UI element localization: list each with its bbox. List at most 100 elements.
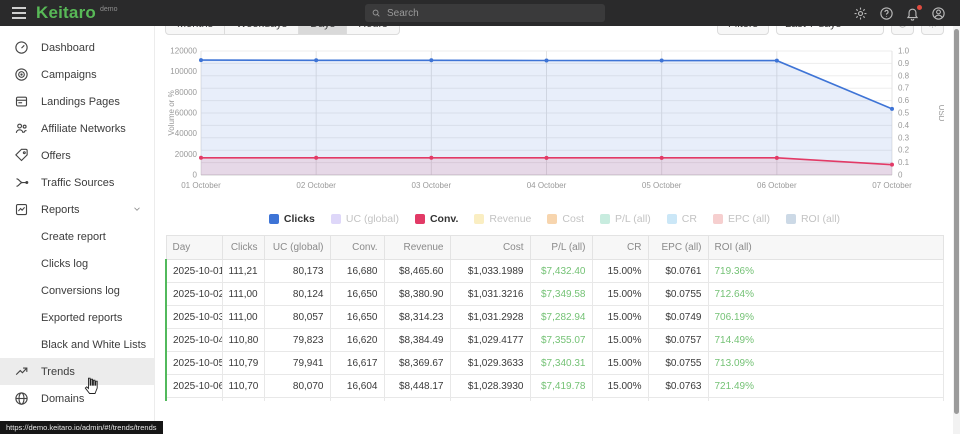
menu-icon[interactable] [4, 0, 34, 26]
sidebar-item-black-and-white-lists[interactable]: Black and White Lists [0, 331, 154, 358]
svg-text:0.2: 0.2 [898, 146, 910, 155]
legend-label: Conv. [430, 213, 458, 225]
sidebar-item-exported-reports[interactable]: Exported reports [0, 304, 154, 331]
cell-day: 2025-10-04 [166, 329, 222, 352]
cell-cost: $1,033.1989 [450, 260, 530, 283]
legend-swatch [547, 214, 557, 224]
cell-revenue: $8,410.44 [384, 398, 450, 402]
sidebar-item-clicks-log[interactable]: Clicks log [0, 250, 154, 277]
column-header-day[interactable]: Day [166, 236, 222, 260]
gear-icon[interactable] [853, 6, 868, 21]
svg-text:0.1: 0.1 [898, 158, 910, 167]
sidebar-item-traffic-sources[interactable]: Traffic Sources [0, 169, 154, 196]
cell-conv: 16,620 [330, 329, 384, 352]
column-header-cost[interactable]: Cost [450, 236, 530, 260]
sidebar-item-domains[interactable]: Domains [0, 385, 154, 412]
sidebar-item-create-report[interactable]: Create report [0, 223, 154, 250]
legend-item-epc-all[interactable]: EPC (all) [713, 213, 770, 225]
cell-roi-all: 721.49% [708, 375, 944, 398]
legend-item-clicks[interactable]: Clicks [269, 213, 315, 225]
column-header-p-l-all[interactable]: P/L (all) [530, 236, 592, 260]
cell-uc-global: 80,057 [264, 306, 330, 329]
legend-item-revenue[interactable]: Revenue [474, 213, 531, 225]
sidebar-item-label: Create report [41, 231, 106, 243]
cell-conv: 16,604 [330, 375, 384, 398]
scrollbar-thumb[interactable] [954, 29, 959, 414]
legend-swatch [713, 214, 723, 224]
cell-cost: $1,029.3633 [450, 352, 530, 375]
cell-cr: 15.00% [592, 283, 648, 306]
sidebar-item-campaigns[interactable]: Campaigns [0, 61, 154, 88]
svg-text:0.3: 0.3 [898, 133, 910, 142]
table-row[interactable]: 2025-10-01111,2180,17316,680$8,465.60$1,… [166, 260, 944, 283]
chevron-down-icon[interactable] [132, 204, 142, 214]
cell-day: 2025-10-01 [166, 260, 222, 283]
table-row[interactable]: 2025-10-05110,7979,94116,617$8,369.67$1,… [166, 352, 944, 375]
cell-cr: 15.00% [592, 306, 648, 329]
table-row[interactable]: 2025-10-04110,8079,82316,620$8,384.49$1,… [166, 329, 944, 352]
legend-item-cr[interactable]: CR [667, 213, 697, 225]
legend-swatch [600, 214, 610, 224]
sidebar-item-dashboard[interactable]: Dashboard [0, 34, 154, 61]
legend-swatch [269, 214, 279, 224]
cell-day: 2025-10-07 [166, 398, 222, 402]
legend-item-conv[interactable]: Conv. [415, 213, 458, 225]
cell-uc-global: 80,173 [264, 260, 330, 283]
column-header-uc-global[interactable]: UC (global) [264, 236, 330, 260]
sidebar-item-label: Clicks log [41, 258, 88, 270]
page-scrollbar[interactable] [953, 26, 960, 434]
table-row[interactable]: 2025-10-06110,7080,07016,604$8,448.17$1,… [166, 375, 944, 398]
cell-epc-all: $0.0763 [648, 375, 708, 398]
avatar-icon[interactable] [931, 6, 946, 21]
sidebar-item-reports[interactable]: Reports [0, 196, 154, 223]
svg-text:0.8: 0.8 [898, 71, 910, 80]
globe-icon [14, 391, 29, 406]
legend-item-uc-global[interactable]: UC (global) [331, 213, 399, 225]
trends-chart[interactable]: 00.10.20.30.40.50.60.70.80.91.0020000400… [165, 41, 944, 203]
column-header-cr[interactable]: CR [592, 236, 648, 260]
column-header-epc-all[interactable]: EPC (all) [648, 236, 708, 260]
cell-clicks: 111,21 [222, 260, 264, 283]
cell-epc-all: $0.0755 [648, 283, 708, 306]
column-header-conv[interactable]: Conv. [330, 236, 384, 260]
sidebar-item-label: Landings Pages [41, 96, 120, 108]
cell-uc-global: 80,070 [264, 375, 330, 398]
cell-clicks: 111,00 [222, 283, 264, 306]
search-box[interactable] [365, 4, 605, 22]
legend-item-p-l-all[interactable]: P/L (all) [600, 213, 651, 225]
cell-cost: $1,029.4177 [450, 329, 530, 352]
cell-clicks: 110,80 [222, 329, 264, 352]
sidebar-item-label: Exported reports [41, 312, 122, 324]
sidebar-item-landings-pages[interactable]: Landings Pages [0, 88, 154, 115]
sidebar-item-conversions-log[interactable]: Conversions log [0, 277, 154, 304]
svg-text:0.5: 0.5 [898, 109, 910, 118]
svg-text:05 October: 05 October [642, 181, 682, 190]
cell-revenue: $8,369.67 [384, 352, 450, 375]
column-header-clicks[interactable]: Clicks [222, 236, 264, 260]
column-header-roi-all[interactable]: ROI (all) [708, 236, 944, 260]
topbar: Keitaro demo [0, 0, 960, 26]
table-row[interactable]: 2025-10-07111,4080,15216,610$8,410.44$1,… [166, 398, 944, 402]
table-row[interactable]: 2025-10-03111,0080,05716,650$8,314.23$1,… [166, 306, 944, 329]
cell-conv: 16,617 [330, 352, 384, 375]
sidebar-item-trends[interactable]: Trends [0, 358, 154, 385]
bell-icon[interactable] [905, 6, 920, 21]
legend-label: ROI (all) [801, 213, 840, 225]
cell-day: 2025-10-03 [166, 306, 222, 329]
cell-cr: 15.00% [592, 260, 648, 283]
column-header-revenue[interactable]: Revenue [384, 236, 450, 260]
cell-cost: $1,028.3930 [450, 375, 530, 398]
legend-swatch [786, 214, 796, 224]
table-row[interactable]: 2025-10-02111,0080,12416,650$8,380.90$1,… [166, 283, 944, 306]
split-icon [14, 175, 29, 190]
sidebar-item-affiliate-networks[interactable]: Affiliate Networks [0, 115, 154, 142]
legend-label: Revenue [489, 213, 531, 225]
cell-day: 2025-10-05 [166, 352, 222, 375]
legend-item-roi-all[interactable]: ROI (all) [786, 213, 840, 225]
help-icon[interactable] [879, 6, 894, 21]
legend-label: P/L (all) [615, 213, 651, 225]
sidebar-item-offers[interactable]: Offers [0, 142, 154, 169]
search-input[interactable] [387, 8, 587, 19]
svg-text:1.0: 1.0 [898, 47, 910, 56]
legend-item-cost[interactable]: Cost [547, 213, 584, 225]
